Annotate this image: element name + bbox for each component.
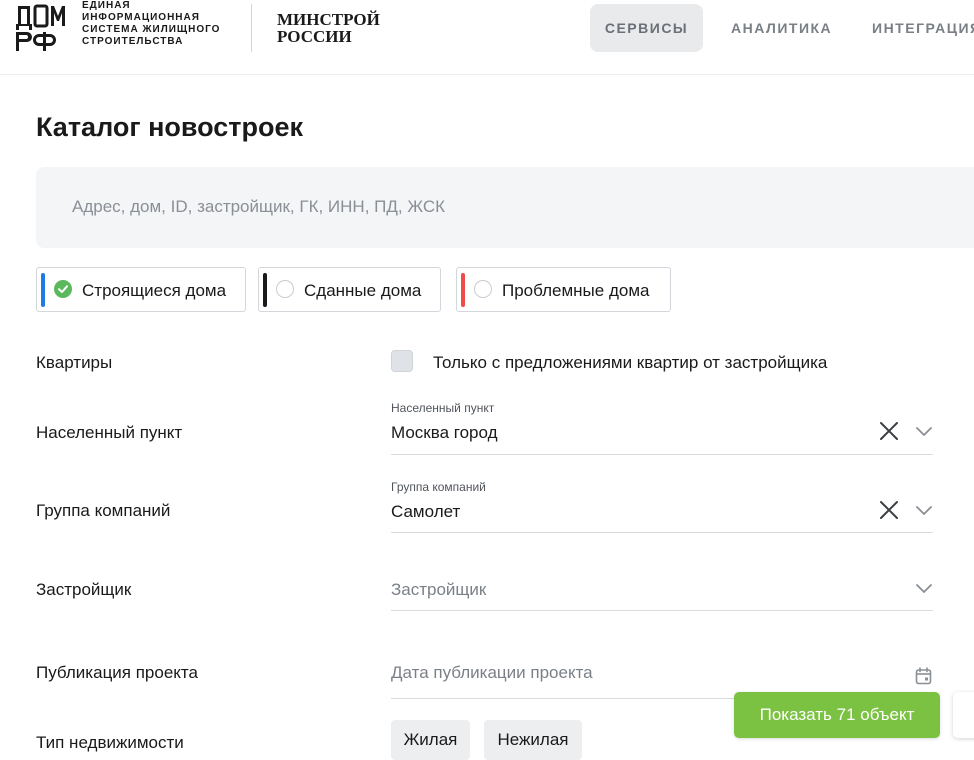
nav-integration[interactable]: ИНТЕГРАЦИЯ bbox=[872, 4, 974, 52]
close-icon[interactable] bbox=[879, 500, 899, 520]
check-circle-icon bbox=[54, 280, 72, 298]
nav-services[interactable]: СЕРВИСЫ bbox=[590, 4, 703, 52]
apartments-checkbox-label[interactable]: Только с предложениями квартир от застро… bbox=[433, 353, 827, 373]
close-icon[interactable] bbox=[879, 421, 899, 441]
developer-select[interactable]: Застройщик bbox=[391, 560, 933, 611]
radio-circle-icon bbox=[276, 280, 294, 298]
radio-circle-icon bbox=[474, 280, 492, 298]
search-input[interactable] bbox=[72, 197, 952, 217]
locality-select[interactable]: Населенный пункт Москва город bbox=[391, 398, 933, 455]
locality-value: Москва город bbox=[391, 423, 498, 442]
chip-color-bar bbox=[263, 273, 267, 307]
company-group-value: Самолет bbox=[391, 502, 461, 521]
page-title: Каталог новостроек bbox=[36, 112, 304, 142]
publication-label: Публикация проекта bbox=[36, 663, 198, 682]
property-type-label: Тип недвижимости bbox=[36, 733, 184, 752]
ministry-line: РОССИИ bbox=[277, 27, 352, 46]
chevron-down-icon[interactable] bbox=[915, 582, 933, 594]
chevron-down-icon[interactable] bbox=[915, 504, 933, 516]
org-line: СИСТЕМА ЖИЛИЩНОГО bbox=[82, 24, 221, 35]
nav-analytics[interactable]: АНАЛИТИКА bbox=[731, 4, 832, 52]
locality-label: Населенный пункт bbox=[36, 423, 183, 442]
org-line: ИНФОРМАЦИОННАЯ bbox=[82, 12, 200, 23]
chip-completed[interactable]: Сданные дома bbox=[258, 267, 441, 312]
org-line: СТРОИТЕЛЬСТВА bbox=[82, 36, 184, 47]
developer-label: Застройщик bbox=[36, 580, 132, 599]
company-group-label: Группа компаний bbox=[36, 501, 171, 520]
publication-date-field[interactable]: Дата публикации проекта bbox=[391, 645, 933, 699]
chip-color-bar bbox=[461, 273, 465, 307]
apartments-label: Квартиры bbox=[36, 353, 113, 372]
locality-caption: Населенный пункт bbox=[391, 401, 495, 415]
secondary-action-button[interactable] bbox=[953, 692, 974, 738]
ministry-line: МИНСТРОЙ bbox=[277, 10, 380, 29]
chip-label: Проблемные дома bbox=[502, 281, 650, 300]
chip-problem[interactable]: Проблемные дома bbox=[456, 267, 671, 312]
apartments-checkbox[interactable] bbox=[391, 350, 413, 372]
property-type-nonresidential[interactable]: Нежилая bbox=[484, 720, 582, 760]
publication-placeholder: Дата публикации проекта bbox=[391, 663, 593, 682]
ministry-logo[interactable]: МИНСТРОЙ РОССИИ bbox=[277, 11, 380, 45]
dom-rf-logo[interactable] bbox=[16, 4, 68, 52]
chip-label: Строящиеся дома bbox=[82, 281, 227, 300]
chip-label: Сданные дома bbox=[304, 281, 422, 300]
company-group-select[interactable]: Группа компаний Самолет bbox=[391, 476, 933, 533]
company-group-caption: Группа компаний bbox=[391, 480, 486, 494]
chip-under-construction[interactable]: Строящиеся дома bbox=[36, 267, 246, 312]
developer-placeholder: Застройщик bbox=[391, 580, 487, 599]
property-type-residential[interactable]: Жилая bbox=[391, 720, 470, 760]
show-results-button[interactable]: Показать 71 объект bbox=[734, 692, 940, 738]
chevron-down-icon[interactable] bbox=[915, 425, 933, 437]
chip-color-bar bbox=[41, 273, 45, 307]
search-box bbox=[36, 167, 974, 248]
header-divider bbox=[251, 4, 252, 52]
org-line: ЕДИНАЯ bbox=[82, 0, 131, 11]
calendar-icon[interactable] bbox=[915, 667, 932, 685]
org-name: ЕДИНАЯ ИНФОРМАЦИОННАЯ СИСТЕМА ЖИЛИЩНОГО … bbox=[82, 0, 220, 48]
top-header: ЕДИНАЯ ИНФОРМАЦИОННАЯ СИСТЕМА ЖИЛИЩНОГО … bbox=[0, 0, 974, 75]
